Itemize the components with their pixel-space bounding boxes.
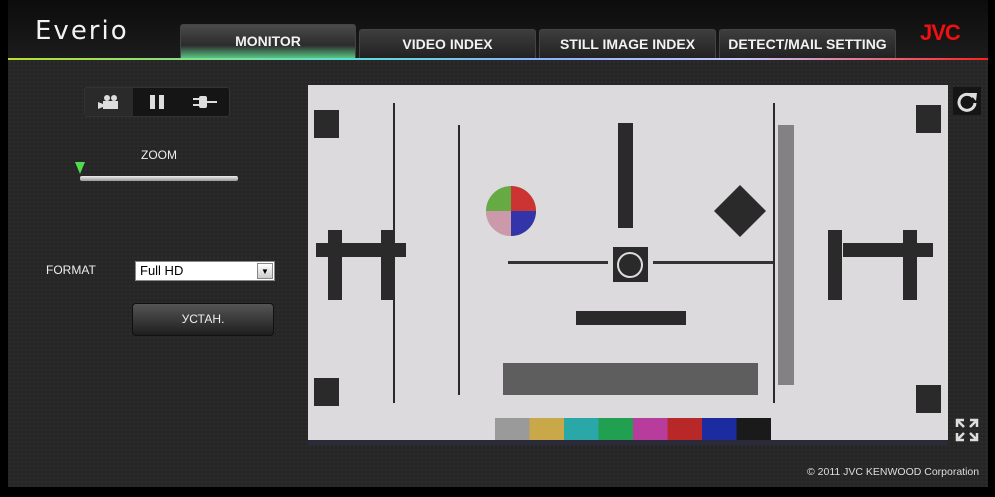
color-bar [495, 418, 530, 442]
zoom-label: ZOOM [141, 148, 177, 162]
tab-video-index[interactable]: VIDEO INDEX [359, 29, 536, 58]
format-label: FORMAT [46, 263, 96, 277]
zoom-slider-thumb[interactable] [75, 162, 85, 174]
live-video-feed [308, 85, 948, 445]
format-value: Full HD [140, 263, 184, 278]
zoom-slider[interactable] [80, 176, 238, 181]
video-camera-button[interactable] [85, 88, 133, 116]
chevron-down-icon[interactable]: ▼ [257, 263, 273, 279]
fullscreen-icon [955, 418, 979, 442]
color-bar [564, 418, 599, 442]
color-bar [598, 418, 633, 442]
color-bar [736, 418, 771, 442]
rotate-icon [957, 92, 977, 112]
tab-monitor[interactable]: MONITOR [180, 24, 356, 59]
tab-detect-mail-setting[interactable]: DETECT/MAIL SETTING [719, 29, 896, 58]
tab-still-image-index[interactable]: STILL IMAGE INDEX [539, 29, 716, 58]
format-select[interactable]: Full HD ▼ [135, 261, 275, 281]
color-bar [702, 418, 737, 442]
pause-icon [150, 95, 164, 109]
color-bar [667, 418, 702, 442]
color-bar [633, 418, 668, 442]
test-chart-image [308, 103, 948, 445]
rotate-button[interactable] [953, 87, 981, 115]
set-button[interactable]: УСТАН. [132, 303, 274, 336]
connect-button[interactable] [181, 88, 229, 116]
playback-controls [84, 87, 230, 117]
pause-button[interactable] [133, 88, 181, 116]
copyright: © 2011 JVC KENWOOD Corporation [807, 466, 980, 478]
video-camera-icon [98, 95, 118, 109]
fullscreen-button[interactable] [953, 416, 981, 444]
everio-logo: Everio [35, 16, 129, 46]
color-bar [529, 418, 564, 442]
plug-icon [193, 96, 217, 108]
jvc-logo: JVC [920, 20, 961, 45]
